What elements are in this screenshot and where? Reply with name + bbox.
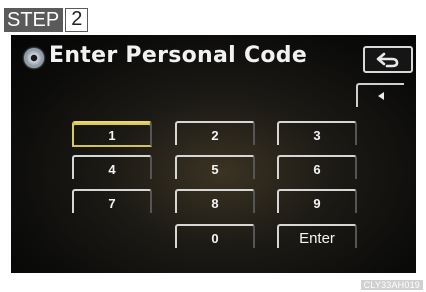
key-6[interactable]: 6 (277, 155, 357, 179)
enter-button[interactable]: Enter (277, 224, 357, 248)
step-number: 2 (65, 8, 89, 32)
navigation-screen: Enter Personal Code 1 2 3 4 5 6 7 8 9 0 … (11, 35, 416, 273)
key-4[interactable]: 4 (72, 155, 152, 179)
image-code: CLY33AH019 (360, 280, 423, 290)
disc-icon (24, 48, 44, 68)
back-button[interactable] (363, 46, 413, 73)
key-3[interactable]: 3 (277, 121, 357, 145)
key-8[interactable]: 8 (175, 189, 255, 213)
screen-title: Enter Personal Code (49, 43, 308, 68)
return-arrow-icon (376, 52, 399, 67)
key-0[interactable]: 0 (175, 224, 255, 248)
step-word: STEP (4, 8, 64, 32)
left-triangle-icon (378, 92, 384, 100)
key-1[interactable]: 1 (72, 121, 152, 147)
key-5[interactable]: 5 (175, 155, 255, 179)
key-2[interactable]: 2 (175, 121, 255, 145)
key-9[interactable]: 9 (277, 189, 357, 213)
previous-button[interactable] (356, 83, 404, 107)
key-7[interactable]: 7 (72, 189, 152, 213)
step-indicator: STEP 2 (4, 8, 89, 32)
